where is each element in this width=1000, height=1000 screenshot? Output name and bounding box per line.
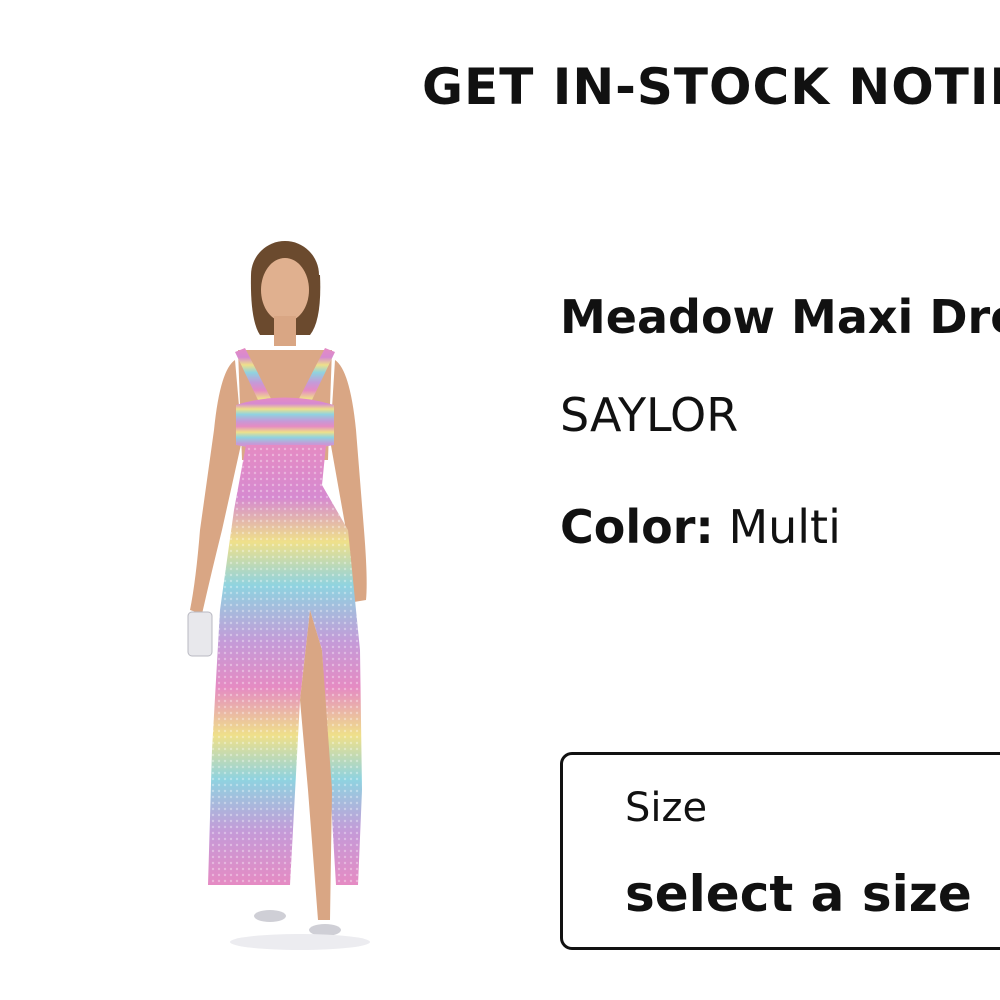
product-image xyxy=(187,241,370,950)
size-select[interactable]: Size select a size xyxy=(560,752,1000,950)
color-label: Color: xyxy=(560,500,714,554)
color-value: Multi xyxy=(728,500,841,554)
product-name: Meadow Maxi Dress xyxy=(560,290,1000,344)
notify-modal: GET IN-STOCK NOTIFICATIONS xyxy=(0,0,1000,1000)
size-label: Size xyxy=(625,785,708,831)
modal-title: GET IN-STOCK NOTIFICATIONS xyxy=(422,58,1000,116)
size-value: select a size xyxy=(625,865,972,923)
product-brand: SAYLOR xyxy=(560,388,739,442)
product-color: Color: Multi xyxy=(560,500,841,554)
